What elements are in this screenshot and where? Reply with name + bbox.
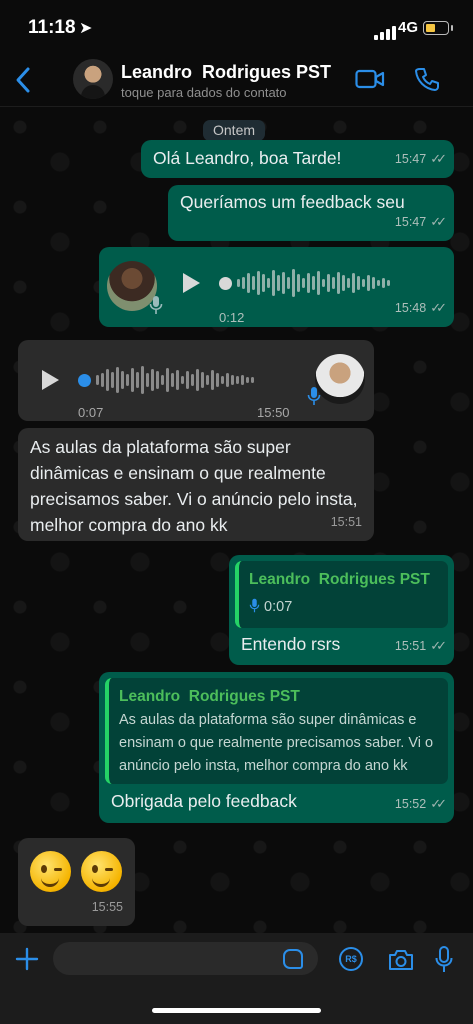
back-chevron-icon[interactable]	[13, 66, 33, 94]
quoted-audio-duration: 0:07	[264, 599, 293, 615]
quoted-message[interactable]: Leandro Rodrigues PST As aulas da plataf…	[105, 678, 448, 784]
message-outgoing[interactable]: Queríamos um feedback seu 15:47 ✓✓	[168, 185, 454, 241]
emoji-content	[30, 851, 132, 899]
message-meta: 15:51 ✓✓	[394, 633, 447, 659]
chat-area[interactable]: Ontem Olá Leandro, boa Tarde! 15:47 ✓✓ Qu…	[0, 107, 473, 933]
battery-icon	[423, 21, 453, 35]
mic-icon	[149, 296, 163, 314]
quoted-audio: 0:07	[249, 596, 438, 619]
play-icon[interactable]	[42, 370, 59, 390]
message-text: As aulas da plataforma são super dinâmic…	[30, 437, 358, 535]
message-time: 15:55	[91, 900, 123, 914]
day-separator: Ontem	[203, 120, 266, 141]
voice-message-outgoing[interactable]: 0:12 15:48 ✓✓	[99, 247, 454, 327]
audio-waveform[interactable]	[96, 363, 254, 397]
plus-icon[interactable]	[15, 947, 39, 971]
status-bar: 11:18 ➤ 4G	[0, 0, 473, 54]
message-meta: 15:47 ✓✓	[394, 146, 447, 172]
message-incoming[interactable]: As aulas da plataforma são super dinâmic…	[18, 428, 374, 541]
wink-emoji-icon	[81, 851, 122, 892]
sticker-icon[interactable]	[283, 949, 303, 969]
video-call-icon[interactable]	[355, 68, 385, 90]
message-time: 15:51	[330, 515, 362, 529]
chat-header: Leandro Rodrigues PST toque para dados d…	[0, 54, 473, 107]
sender-avatar	[315, 354, 365, 404]
voice-message-incoming[interactable]: 0:07 15:50	[18, 340, 374, 421]
message-outgoing[interactable]: Olá Leandro, boa Tarde! 15:47 ✓✓	[141, 140, 454, 178]
double-check-icon: ✓✓	[430, 300, 447, 315]
quoted-sender: Leandro Rodrigues PST	[119, 688, 300, 705]
double-check-icon: ✓✓	[430, 638, 447, 653]
double-check-icon: ✓✓	[430, 151, 447, 166]
wink-emoji-icon	[30, 851, 71, 892]
contact-name[interactable]: Leandro Rodrigues PST	[121, 62, 331, 83]
home-indicator	[152, 1008, 321, 1013]
message-text: Queríamos um feedback seu	[180, 192, 405, 212]
message-text: Olá Leandro, boa Tarde!	[153, 148, 342, 168]
message-time: 15:51	[394, 639, 427, 653]
reply-message-outgoing[interactable]: Leandro Rodrigues PST As aulas da plataf…	[99, 672, 454, 823]
message-meta: 15:48 ✓✓	[394, 295, 447, 321]
location-arrow-icon: ➤	[79, 20, 93, 37]
playback-position-dot[interactable]	[219, 277, 232, 290]
message-time: 15:48	[394, 301, 427, 315]
network-type: 4G	[398, 19, 419, 36]
voice-duration: 0:12	[219, 310, 245, 325]
playback-position-dot[interactable]	[78, 374, 91, 387]
message-text: Entendo rsrs	[241, 634, 341, 654]
message-time: 15:47	[394, 215, 427, 229]
contact-subtitle[interactable]: toque para dados do contato	[121, 85, 287, 100]
message-time: 15:52	[394, 797, 427, 811]
quoted-sender: Leandro Rodrigues PST	[249, 571, 430, 588]
contact-avatar[interactable]	[73, 59, 113, 99]
camera-icon[interactable]	[388, 949, 414, 971]
message-text: Obrigada pelo feedback	[111, 791, 297, 811]
message-meta: 15:47 ✓✓	[394, 209, 447, 235]
message-time: 15:50	[257, 405, 290, 420]
play-icon[interactable]	[183, 273, 200, 293]
status-time: 11:18	[28, 17, 76, 38]
mic-icon[interactable]	[435, 946, 453, 973]
composer-bar: R$	[0, 933, 473, 1024]
pix-icon[interactable]: R$	[339, 947, 363, 971]
mic-icon	[249, 598, 260, 613]
mic-icon	[307, 387, 321, 405]
phone-call-icon[interactable]	[414, 66, 440, 92]
message-input[interactable]	[53, 942, 318, 975]
signal-icon	[374, 22, 398, 40]
message-meta: 15:52 ✓✓	[394, 791, 447, 817]
message-time: 15:47	[394, 152, 427, 166]
audio-waveform[interactable]	[237, 266, 390, 300]
quoted-text: As aulas da plataforma são super dinâmic…	[119, 712, 434, 774]
double-check-icon: ✓✓	[430, 214, 447, 229]
emoji-message-incoming[interactable]: 15:55	[18, 838, 135, 926]
reply-message-outgoing[interactable]: Leandro Rodrigues PST 0:07 Entendo rsrs …	[229, 555, 454, 665]
voice-duration: 0:07	[78, 405, 104, 420]
quoted-message[interactable]: Leandro Rodrigues PST 0:07	[235, 561, 448, 628]
double-check-icon: ✓✓	[430, 796, 447, 811]
